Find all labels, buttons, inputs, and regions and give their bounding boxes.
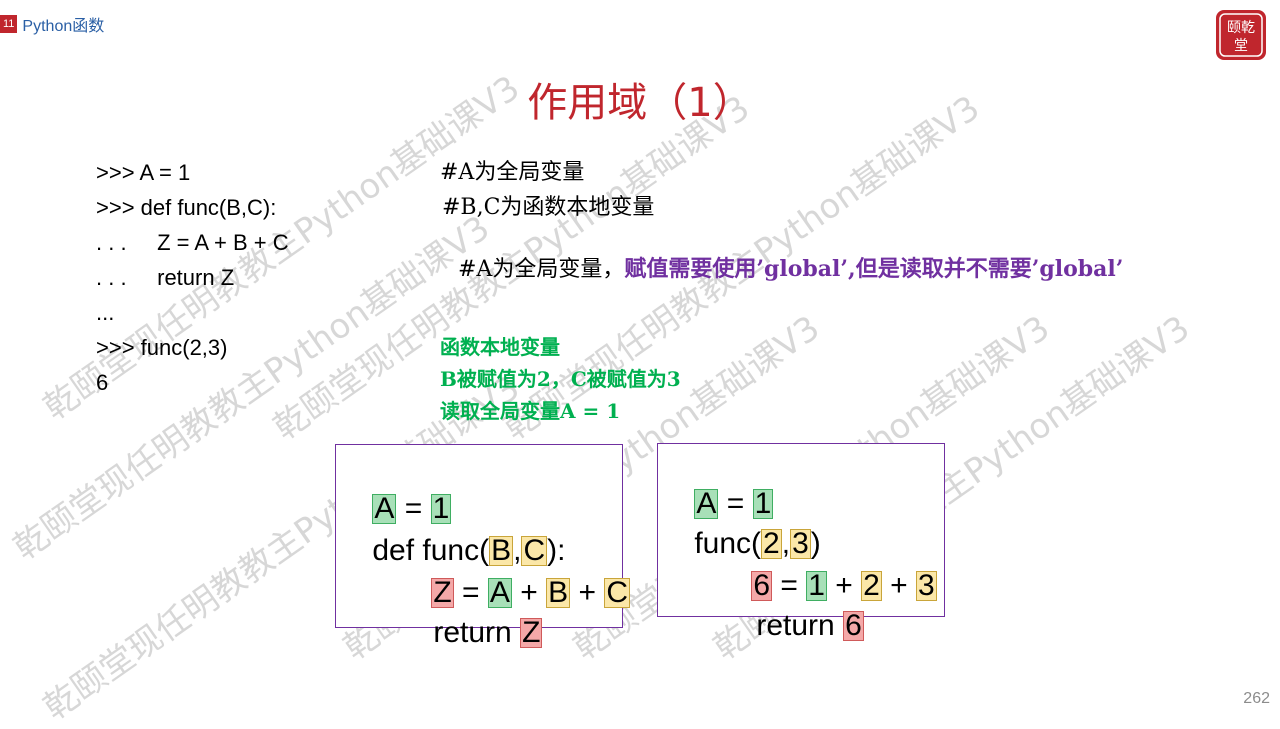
evaluation-diagram-box: A = 1 func(2,3) 6 = 1 + 2 + 3 return 6: [657, 443, 945, 642]
comment-highlight: 赋值需要使用’global’,但是读取并不需要’global’: [624, 256, 1124, 282]
code-line: ...: [96, 300, 115, 325]
arg-highlight: 2: [861, 569, 882, 602]
definition-diagram-box: A = 1 def func(B,C): Z = A + B + C retur…: [335, 444, 630, 649]
diagram-line: return 6: [723, 572, 864, 680]
chapter-number-badge: 11: [0, 15, 18, 33]
green-note: 函数本地变量: [440, 335, 560, 359]
param-highlight: C: [604, 576, 630, 609]
comment-line: #B,C为函数本地变量: [442, 195, 655, 220]
local-var-highlight: Z: [520, 616, 543, 649]
chapter-header: 11 Python函数: [0, 12, 104, 36]
param-highlight: B: [546, 576, 571, 609]
code-line: >>> def func(B,C):: [96, 195, 277, 220]
diagram-text: +: [881, 569, 917, 602]
arg-highlight: 3: [916, 569, 937, 602]
code-line: . . . return Z: [96, 265, 235, 290]
logo-seal: 颐乾 堂: [1216, 10, 1266, 60]
code-line: >>> A = 1: [96, 160, 191, 185]
diagram-text: +: [570, 576, 605, 609]
diagram-text: return: [756, 609, 844, 642]
code-output: 6: [96, 370, 109, 395]
comment-line: #A为全局变量: [440, 160, 585, 185]
code-line: >>> func(2,3): [96, 335, 228, 360]
page-number: 262: [1243, 690, 1270, 707]
diagram-line: return Z: [400, 579, 543, 687]
svg-text:堂: 堂: [1234, 38, 1248, 54]
code-line: . . . Z = A + B + C: [96, 230, 289, 255]
comment-text: #A为全局变量，: [458, 257, 625, 282]
diagram-text: return: [433, 616, 521, 649]
green-note: 读取全局变量A = 1: [440, 399, 621, 423]
green-note: B被赋值为2，C被赋值为3: [440, 367, 681, 391]
result-highlight: 6: [843, 609, 864, 642]
svg-text:颐乾: 颐乾: [1227, 20, 1255, 36]
chapter-title: Python函数: [22, 18, 105, 35]
comment-line: #A为全局变量，赋值需要使用’global’,但是读取并不需要’global’: [444, 230, 1123, 283]
slide-title: 作用域（1）: [527, 80, 753, 126]
